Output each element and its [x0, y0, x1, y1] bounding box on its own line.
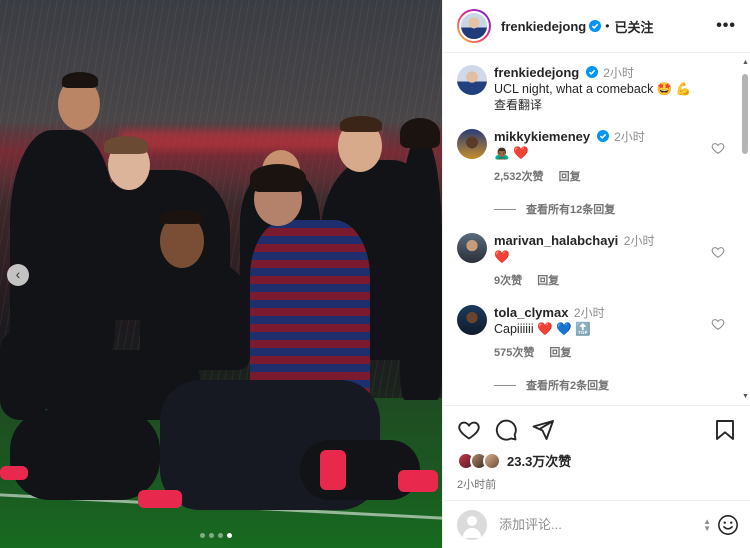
comment-username[interactable]: mikkykiemeney — [494, 129, 590, 144]
view-replies-label[interactable]: 查看所有2条回复 — [526, 377, 609, 393]
player-hair — [62, 72, 98, 88]
scroll-down-arrow-icon[interactable]: ▼ — [742, 393, 749, 400]
boot — [138, 490, 182, 508]
scroll-up-arrow-icon[interactable]: ▲ — [742, 59, 749, 66]
caption-time[interactable]: 2小时 — [603, 66, 634, 80]
player-hair — [250, 164, 306, 192]
comment-heart-icon[interactable] — [711, 141, 725, 155]
bookmark-icon[interactable] — [713, 418, 737, 442]
comment-likes[interactable]: 575次赞 — [494, 347, 534, 359]
scrollbar-thumb[interactable] — [742, 74, 748, 154]
post-photo[interactable]: ‹ — [0, 0, 442, 548]
replies-divider — [494, 208, 516, 210]
player-hair — [340, 116, 382, 132]
comment: mikkykiemeney 2小时 🙇🏾‍♂️ ❤️ 2,532次赞 回复 — [457, 129, 725, 185]
post-header: frenkiedejong • 已关注 ••• — [443, 0, 750, 53]
current-user-avatar — [457, 509, 487, 540]
comment-text: Capiiiiii ❤️ 💙 🔝 — [494, 322, 591, 336]
send-icon[interactable] — [531, 418, 555, 442]
comment-icon[interactable] — [494, 418, 518, 442]
comment-time[interactable]: 2小时 — [624, 234, 655, 248]
comment-username[interactable]: marivan_halabchayi — [494, 233, 618, 248]
instagram-post: ‹ frenkiedejong • 已关注 ••• frenkiedejong … — [0, 0, 750, 548]
replies-divider — [494, 384, 516, 386]
carousel-dot — [209, 533, 214, 538]
liker-avatar — [483, 451, 501, 470]
translate-link[interactable]: 查看翻译 — [494, 97, 725, 113]
heart-icon[interactable] — [457, 418, 481, 442]
comments-list: frenkiedejong 2小时 UCL night, what a come… — [443, 53, 739, 405]
comment: marivan_halabchayi 2小时 ❤️ 9次赞 回复 — [457, 233, 725, 289]
caption-text: UCL night, what a comeback 🤩 💪 — [494, 82, 692, 96]
caption: frenkiedejong 2小时 UCL night, what a come… — [457, 65, 725, 113]
verified-badge-icon — [589, 20, 602, 32]
boot — [0, 466, 28, 480]
sort-arrows-icon[interactable]: ▲ ▼ — [703, 517, 711, 532]
player-figure — [10, 410, 160, 500]
carousel-dot — [218, 533, 223, 538]
likes-row: 23.3万次赞 — [457, 451, 737, 470]
author-username[interactable]: frenkiedejong — [501, 19, 586, 34]
comment-avatar[interactable] — [457, 129, 487, 159]
comment-input[interactable] — [499, 517, 704, 532]
chevron-left-icon[interactable]: ‹ — [7, 264, 29, 286]
player-hair — [400, 118, 440, 148]
comment-time[interactable]: 2小时 — [614, 130, 645, 144]
more-horizontal-icon[interactable]: ••• — [716, 17, 736, 35]
verified-badge-icon — [596, 130, 609, 142]
boot — [398, 470, 438, 492]
caption-avatar[interactable] — [457, 65, 487, 95]
carousel-dot-active — [227, 533, 232, 538]
comments-scrollbar[interactable]: ▲ ▼ — [742, 59, 749, 400]
reply-button[interactable]: 回复 — [537, 275, 559, 287]
verified-badge-icon — [585, 66, 598, 78]
header-separator: • — [605, 19, 610, 33]
player-hair — [104, 136, 148, 154]
comment-text: 🙇🏾‍♂️ ❤️ — [494, 146, 529, 160]
post-side-panel: frenkiedejong • 已关注 ••• frenkiedejong 2小… — [442, 0, 750, 548]
author-avatar[interactable] — [457, 9, 491, 43]
add-comment-bar: ▲▼ — [443, 500, 750, 548]
carousel-dot — [200, 533, 205, 538]
carousel-dots — [200, 533, 232, 538]
comment-heart-icon[interactable] — [711, 317, 725, 331]
comment-avatar[interactable] — [457, 305, 487, 335]
comment-heart-icon[interactable] — [711, 245, 725, 259]
likes-count[interactable]: 23.3万次赞 — [507, 451, 571, 470]
reply-button[interactable]: 回复 — [549, 347, 571, 359]
posted-time[interactable]: 2小时前 — [457, 476, 737, 492]
view-replies-button[interactable]: 查看所有12条回复 — [494, 201, 725, 217]
comment: tola_clymax 2小时 Capiiiiii ❤️ 💙 🔝 575次赞 回… — [457, 305, 725, 361]
boot — [320, 450, 346, 490]
comment-avatar[interactable] — [457, 233, 487, 263]
comment-text: ❤️ — [494, 250, 510, 264]
following-button[interactable]: 已关注 — [614, 17, 653, 36]
comment-likes[interactable]: 2,532次赞 — [494, 171, 544, 183]
post-actions: 23.3万次赞 2小时前 — [443, 405, 750, 492]
player-figure — [400, 140, 442, 400]
player-hair — [160, 210, 204, 224]
reply-button[interactable]: 回复 — [559, 171, 581, 183]
comment-username[interactable]: tola_clymax — [494, 305, 568, 320]
comment-likes[interactable]: 9次赞 — [494, 275, 522, 287]
smiley-icon[interactable] — [717, 514, 739, 536]
comment-time[interactable]: 2小时 — [574, 306, 605, 320]
view-replies-label[interactable]: 查看所有12条回复 — [526, 201, 615, 217]
caption-username[interactable]: frenkiedejong — [494, 65, 579, 80]
view-replies-button[interactable]: 查看所有2条回复 — [494, 377, 725, 393]
liker-avatars[interactable] — [457, 451, 501, 470]
